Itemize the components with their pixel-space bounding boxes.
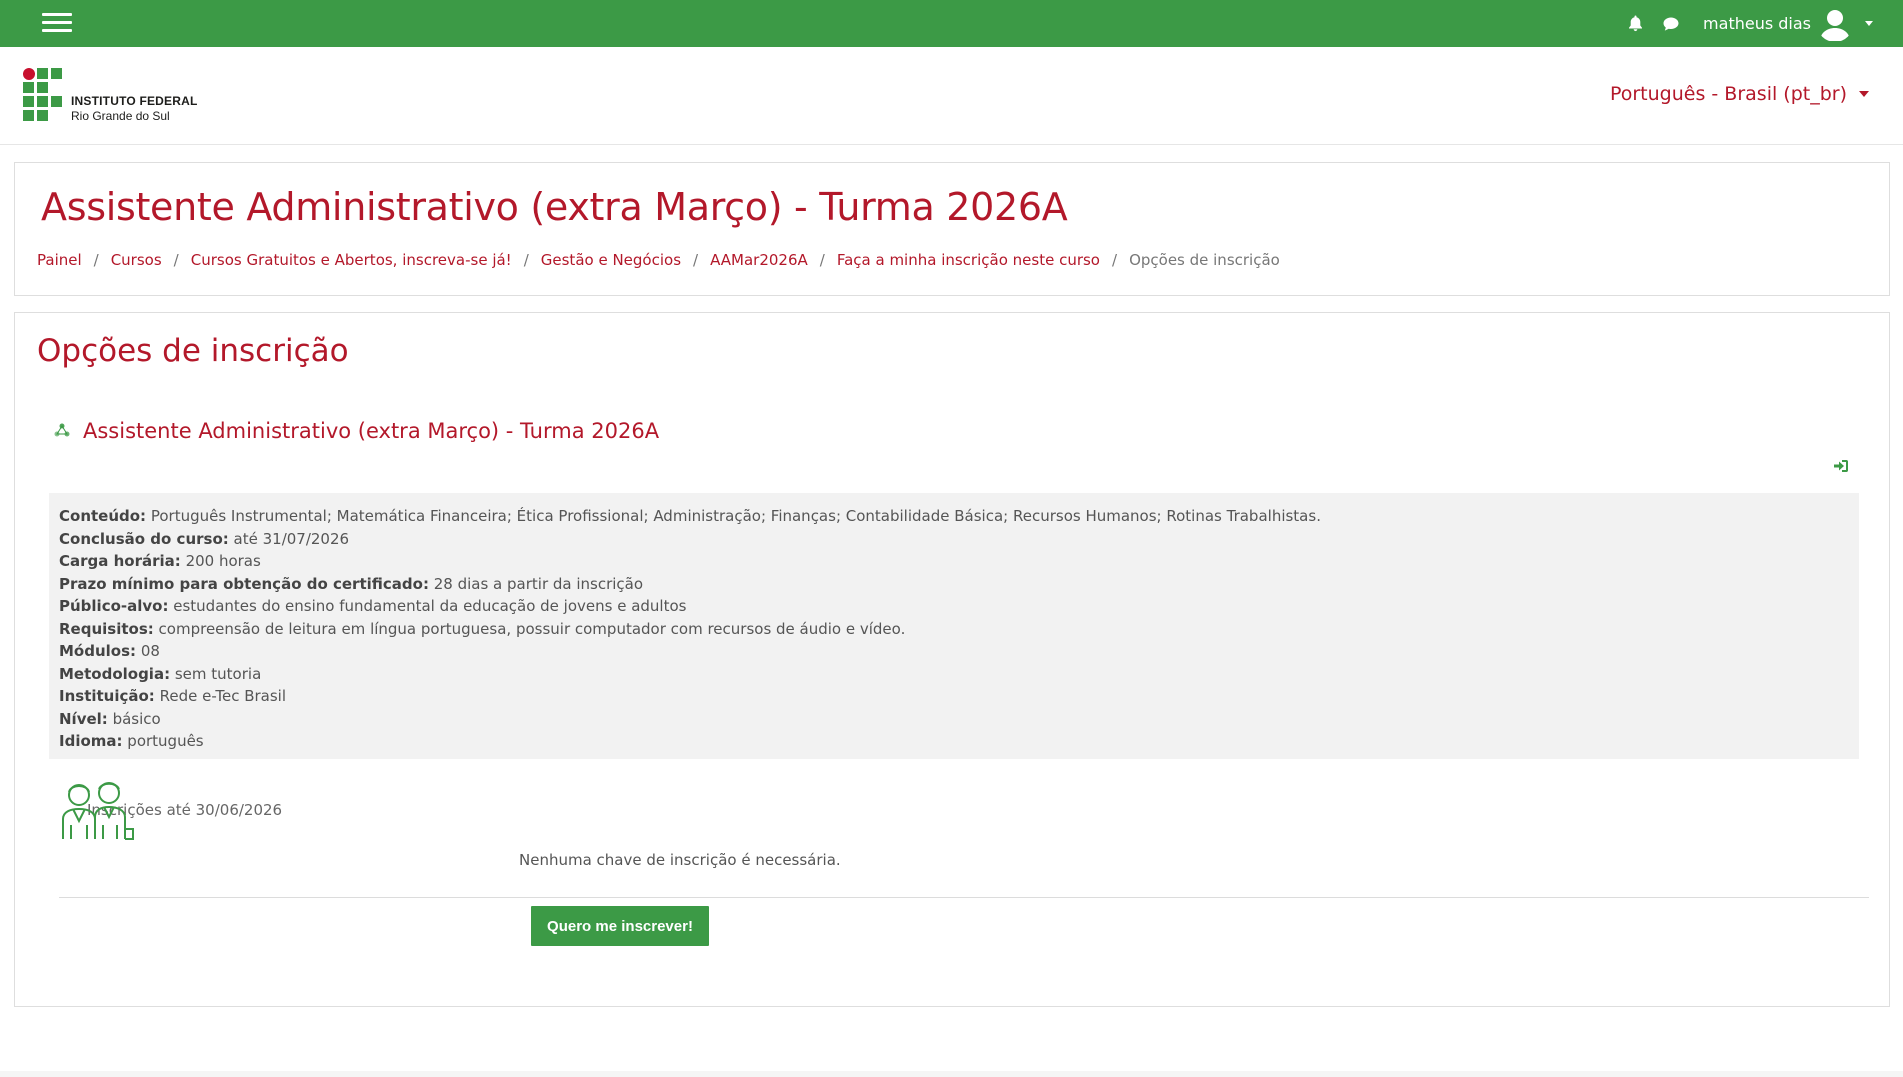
- breadcrumb-item[interactable]: Painel: [37, 251, 82, 269]
- chat-icon[interactable]: [1661, 14, 1681, 34]
- course-heading: Assistente Administrativo (extra Março) …: [53, 419, 659, 443]
- divider: [59, 897, 1869, 898]
- page-footer: [0, 1071, 1903, 1077]
- user-menu-caret-icon[interactable]: [1865, 21, 1873, 26]
- breadcrumb-item[interactable]: Cursos Gratuitos e Abertos, inscreva-se …: [191, 251, 512, 269]
- summary-row: Requisitos: compreensão de leitura em lí…: [59, 619, 906, 638]
- summary-row: Módulos: 08: [59, 642, 160, 660]
- students-icon: [62, 782, 134, 840]
- section-title: Opções de inscrição: [37, 333, 349, 369]
- language-selector[interactable]: Português - Brasil (pt_br): [1610, 83, 1869, 105]
- breadcrumb-item[interactable]: Faça a minha inscrição neste curso: [837, 251, 1100, 269]
- summary-row: Idioma: português: [59, 732, 204, 750]
- no-key-message: Nenhuma chave de inscrição é necessária.: [519, 851, 841, 869]
- enrol-sign-in-icon[interactable]: [1833, 458, 1849, 474]
- logo-grid-icon: [23, 68, 65, 123]
- summary-row: Conclusão do curso: até 31/07/2026: [59, 529, 350, 548]
- summary-row: Nível: básico: [59, 709, 161, 728]
- main-content-card: Opções de inscrição Assistente Administr…: [14, 312, 1890, 1007]
- user-name[interactable]: matheus dias: [1703, 14, 1811, 33]
- summary-row: Instituição: Rede e-Tec Brasil: [59, 687, 287, 705]
- course-icon: [54, 423, 70, 437]
- breadcrumb-item[interactable]: AAMar2026A: [710, 251, 808, 269]
- summary-row: Carga horária: 200 horas: [59, 552, 261, 570]
- logo-subtitle: Rio Grande do Sul: [71, 109, 170, 123]
- summary-row: Metodologia: sem tutoria: [59, 664, 262, 683]
- breadcrumb-current: Opções de inscrição: [1129, 251, 1280, 269]
- summary-row: Conteúdo: Português Instrumental; Matemá…: [59, 507, 1321, 525]
- menu-icon[interactable]: [42, 12, 72, 34]
- logo-text: INSTITUTO FEDERAL Rio Grande do Sul: [71, 94, 198, 123]
- language-label: Português - Brasil (pt_br): [1609, 83, 1847, 105]
- chevron-down-icon: [1859, 91, 1869, 97]
- site-header: INSTITUTO FEDERAL Rio Grande do Sul Port…: [0, 47, 1903, 145]
- breadcrumb-item[interactable]: Gestão e Negócios: [541, 251, 681, 269]
- page-header-card: Assistente Administrativo (extra Março) …: [14, 162, 1890, 296]
- user-avatar-icon[interactable]: [1817, 6, 1853, 42]
- summary-row: Prazo mínimo para obtenção do certificad…: [59, 574, 644, 593]
- course-summary: Conteúdo: Português Instrumental; Matemá…: [49, 493, 1859, 759]
- summary-row: Público-alvo: estudantes do ensino funda…: [59, 597, 687, 615]
- page-title: Assistente Administrativo (extra Março) …: [41, 185, 1068, 229]
- logo-title: INSTITUTO FEDERAL: [71, 94, 198, 108]
- enrol-button[interactable]: Quero me inscrever!: [531, 906, 709, 946]
- breadcrumb-item[interactable]: Cursos: [111, 251, 162, 269]
- bell-icon[interactable]: [1625, 14, 1645, 34]
- navbar-user-area: matheus dias: [1625, 0, 1873, 47]
- course-link[interactable]: Assistente Administrativo (extra Março) …: [83, 419, 659, 443]
- site-logo[interactable]: INSTITUTO FEDERAL Rio Grande do Sul: [23, 68, 198, 123]
- top-navbar: matheus dias: [0, 0, 1903, 47]
- breadcrumb: Painel / Cursos / Cursos Gratuitos e Abe…: [37, 251, 1280, 269]
